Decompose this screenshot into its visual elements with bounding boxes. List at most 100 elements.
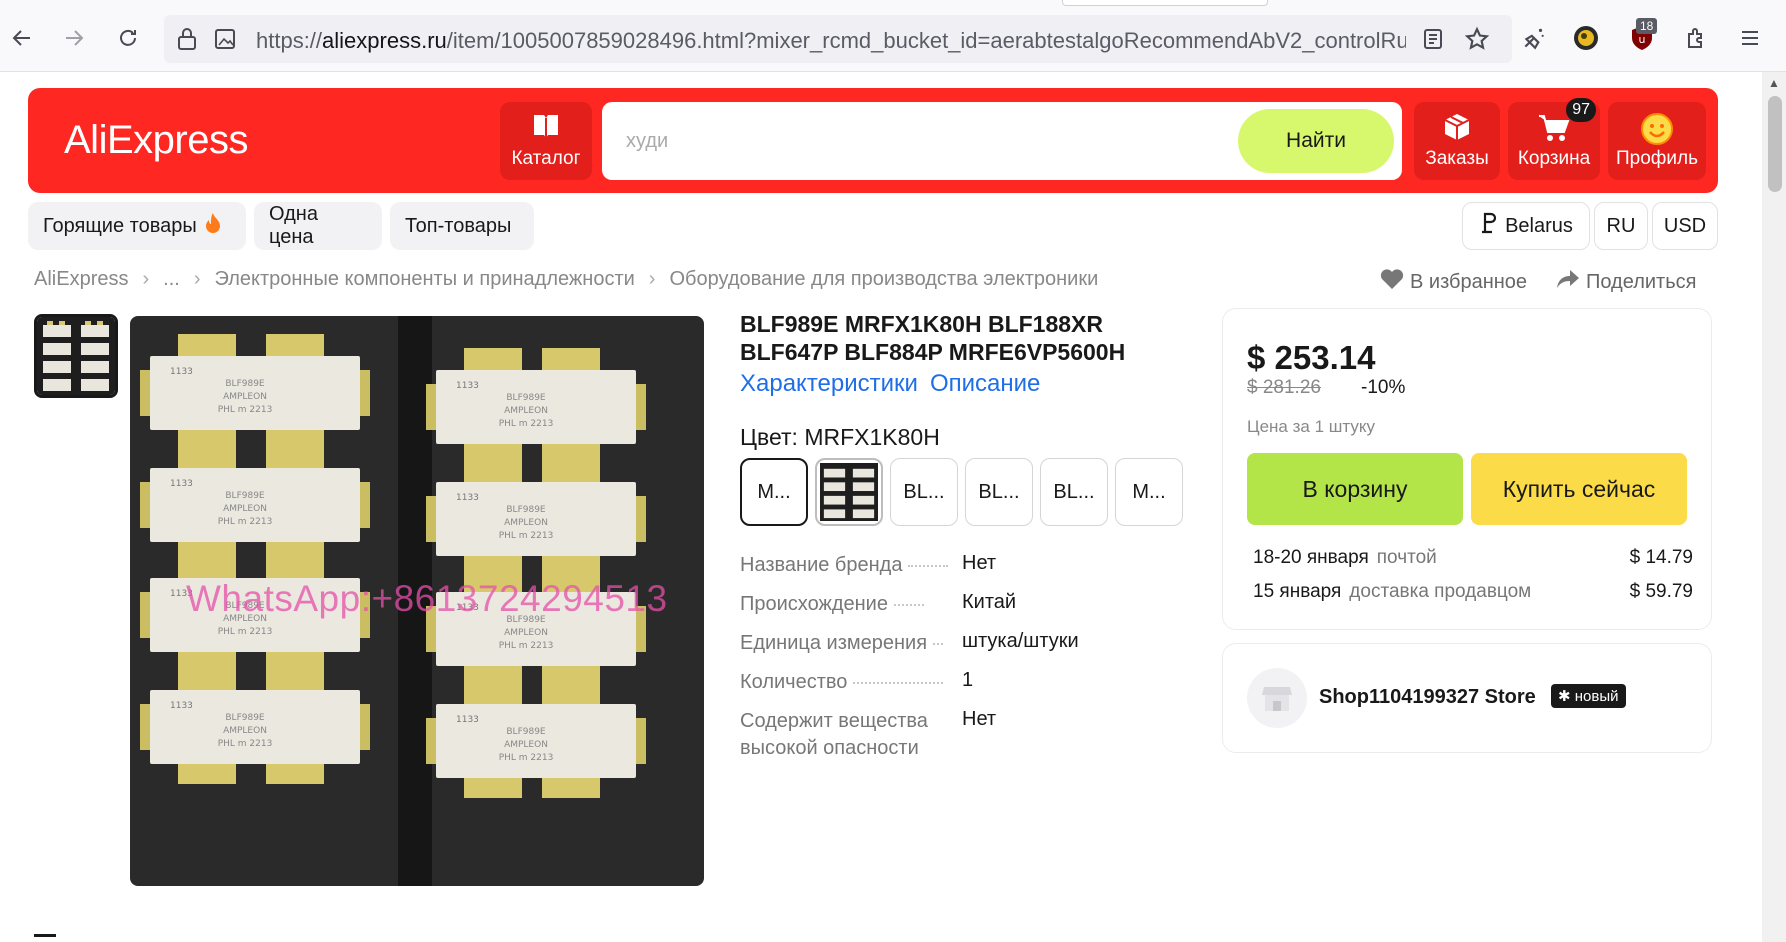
current-price: $ 253.14	[1247, 339, 1376, 376]
extension-broom-icon[interactable]	[1518, 22, 1550, 54]
scroll-thumb[interactable]	[1768, 96, 1782, 192]
aliexpress-logo[interactable]: AliExpress	[64, 118, 248, 163]
spec-value: 1	[962, 669, 974, 691]
currency-selector[interactable]: USD	[1652, 202, 1718, 250]
watermark-text: WhatsApp:+8613724294513	[186, 578, 668, 619]
spec-key: Содержит вещества высокой опасности	[740, 710, 928, 759]
svg-text:u: u	[1639, 33, 1646, 46]
reader-view-icon[interactable]	[1422, 27, 1444, 56]
sku-option[interactable]: BL...	[965, 458, 1033, 526]
url-path: /item/1005007859028496.html?mixer_rcmd_b…	[446, 28, 1406, 53]
catalog-button[interactable]: Каталог	[500, 102, 592, 180]
svg-text:1133: 1133	[456, 493, 479, 503]
svg-text:PHL m 2213: PHL m 2213	[499, 641, 554, 651]
new-store-badge-text: новый	[1574, 688, 1619, 705]
sku-option-image[interactable]	[815, 458, 883, 526]
heart-icon	[1380, 268, 1404, 296]
sku-option[interactable]: M...	[740, 458, 808, 526]
back-icon[interactable]	[6, 22, 38, 54]
share-button[interactable]: Поделиться	[1556, 268, 1696, 296]
store-card[interactable]: Shop1104199327 Store ✱ новый	[1222, 643, 1712, 753]
product-title: BLF989E MRFX1K80H BLF188XR BLF647P BLF88…	[740, 311, 1126, 365]
url-bar[interactable]: https://aliexpress.ru/item/1005007859028…	[164, 15, 1512, 63]
spec-key: Единица измерения	[740, 630, 958, 657]
store-logo[interactable]	[1247, 668, 1307, 728]
profile-button[interactable]: Профиль	[1608, 102, 1706, 180]
svg-text:AMPLEON: AMPLEON	[504, 518, 548, 528]
cart-icon	[1537, 112, 1571, 148]
bookmark-star-icon[interactable]	[1464, 26, 1490, 57]
reload-icon[interactable]	[112, 22, 144, 54]
breadcrumb-item[interactable]: Оборудование для производства электроник…	[669, 268, 1098, 291]
forward-icon[interactable]	[58, 22, 90, 54]
sku-option[interactable]: BL...	[890, 458, 958, 526]
breadcrumb-item[interactable]: AliExpress	[34, 268, 128, 291]
store-name[interactable]: Shop1104199327 Store	[1319, 686, 1536, 709]
search-button[interactable]: Найти	[1238, 109, 1394, 173]
search-input[interactable]	[626, 126, 1206, 156]
svg-text:BLF989E: BLF989E	[506, 727, 546, 737]
unit-price-note: Цена за 1 штуку	[1247, 417, 1375, 436]
cart-button[interactable]: Корзина 97	[1508, 98, 1600, 180]
main-product-image[interactable]: 1133 BLF989E AMPLEON PHL m 2213 1133 BLF989E A…	[130, 316, 704, 886]
add-to-favorites-button[interactable]: В избранное	[1380, 268, 1527, 296]
orders-button[interactable]: Заказы	[1414, 102, 1500, 180]
svg-text:PHL m 2213: PHL m 2213	[218, 627, 273, 637]
sku-thumbnail-image	[820, 463, 878, 521]
favorite-label: В избранное	[1410, 270, 1528, 293]
one-price-link[interactable]: Одна цена	[254, 202, 382, 250]
extensions-puzzle-icon[interactable]	[1680, 22, 1712, 54]
svg-text:BLF989E: BLF989E	[506, 393, 546, 403]
chevron-right-icon: ›	[193, 268, 201, 290]
fire-icon	[205, 212, 221, 240]
price-card: $ 253.14 $ 281.26 -10% Цена за 1 штуку В…	[1222, 308, 1712, 630]
shipping-price: $ 59.79	[1629, 581, 1693, 602]
buy-now-button[interactable]: Купить сейчас	[1471, 453, 1687, 525]
shipping-option[interactable]: 18-20 января почтой $ 14.79	[1253, 547, 1693, 569]
gallery-thumbnail[interactable]	[34, 314, 118, 398]
svg-text:PHL m 2213: PHL m 2213	[499, 753, 554, 763]
spec-key: Происхождение	[740, 591, 958, 618]
lock-icon[interactable]	[176, 27, 198, 56]
spec-value: Китай	[962, 591, 1017, 613]
breadcrumb-item[interactable]: ...	[163, 268, 180, 291]
tab-specs[interactable]: Характеристики	[740, 370, 918, 398]
spec-value: штука/штуки	[962, 630, 1079, 652]
url-text[interactable]: https://aliexpress.ru/item/1005007859028…	[256, 28, 1406, 54]
scroll-up-icon[interactable]: ▲	[1768, 76, 1780, 90]
spec-key: Количество	[740, 669, 958, 696]
top-products-link[interactable]: Топ-товары	[390, 202, 534, 250]
one-price-label: Одна цена	[269, 203, 318, 248]
svg-text:AMPLEON: AMPLEON	[504, 740, 548, 750]
cart-label: Корзина	[1517, 148, 1591, 169]
browser-toolbar: https://aliexpress.ru/item/1005007859028…	[0, 0, 1786, 72]
old-price: $ 281.26	[1247, 377, 1321, 398]
language-selector[interactable]: RU	[1594, 202, 1648, 250]
sku-option[interactable]: M...	[1115, 458, 1183, 526]
svg-text:BLF989E: BLF989E	[506, 505, 546, 515]
shipping-method: почтой	[1376, 547, 1437, 568]
new-store-badge: ✱ новый	[1551, 684, 1626, 708]
sku-option[interactable]: BL...	[1040, 458, 1108, 526]
svg-text:BLF989E: BLF989E	[225, 491, 265, 501]
extension-avatar-icon[interactable]	[1570, 22, 1602, 54]
add-to-cart-button[interactable]: В корзину	[1247, 453, 1463, 525]
orders-label: Заказы	[1425, 148, 1489, 169]
discount-badge: -10%	[1361, 377, 1406, 398]
shipping-option[interactable]: 15 января доставка продавцом $ 59.79	[1253, 581, 1693, 603]
catalog-book-icon	[531, 112, 561, 146]
shipping-date: 15 января	[1253, 581, 1342, 602]
hot-deals-link[interactable]: Горящие товары	[28, 202, 246, 250]
chevron-right-icon: ›	[142, 268, 150, 290]
country-selector[interactable]: Belarus	[1462, 202, 1590, 250]
menu-hamburger-icon[interactable]	[1734, 22, 1766, 54]
tab-description[interactable]: Описание	[930, 370, 1040, 398]
breadcrumb-item[interactable]: Электронные компоненты и принадлежности	[215, 268, 635, 291]
spec-key-text: Единица измерения	[740, 632, 928, 654]
spec-key-text: Количество	[740, 671, 848, 693]
orders-box-icon	[1441, 112, 1473, 148]
page-permissions-icon[interactable]	[214, 27, 236, 56]
page-scrollbar[interactable]: ▲	[1762, 72, 1786, 942]
catalog-label: Каталог	[511, 148, 581, 169]
share-arrow-icon	[1556, 268, 1580, 296]
